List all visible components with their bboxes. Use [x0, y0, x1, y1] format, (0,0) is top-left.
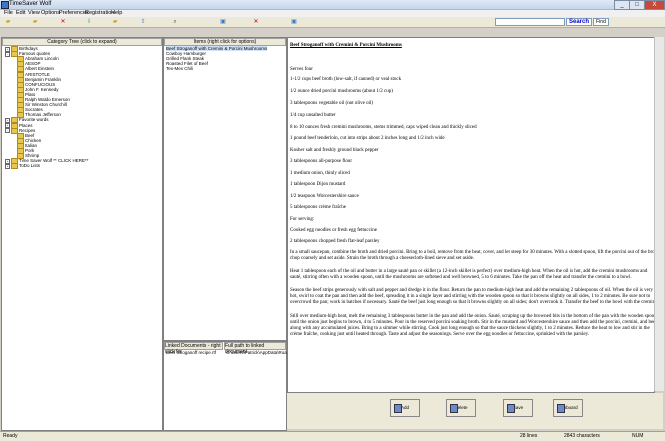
- menu-view[interactable]: View: [28, 10, 40, 16]
- minimize-button[interactable]: _: [614, 0, 630, 10]
- delete-button[interactable]: Delete: [446, 399, 476, 417]
- search-button[interactable]: Search: [566, 18, 592, 26]
- expander-icon[interactable]: -: [5, 51, 10, 57]
- linked-docs-col-name: Linked Documents - right click for: [164, 342, 223, 355]
- close-button[interactable]: X: [644, 0, 665, 10]
- find-icon[interactable]: ⌕: [172, 19, 178, 25]
- menu-file[interactable]: File: [4, 10, 13, 16]
- menu-registration[interactable]: Registration: [85, 10, 114, 16]
- tree-item-label: ToDo Lists: [19, 163, 41, 169]
- recipe-paragraph: In a small saucepan, combine the broth a…: [290, 250, 660, 261]
- document-panel[interactable]: Beef Stroganoff with Cremini & Porcini M…: [287, 37, 660, 393]
- folder-icon: [11, 163, 18, 170]
- linked-documents-panel: Linked Documents - right click for Full …: [163, 341, 297, 431]
- add-button-label: Add: [400, 405, 409, 410]
- recipe-line: 1-1/2 cups beef broth (low-salt, if cann…: [290, 77, 402, 82]
- recipe-line: 3 tablespoons all-purpose flour: [290, 159, 353, 164]
- recipe-line: For serving:: [290, 217, 315, 222]
- category-tree-panel: Category Tree (click to expand) + Birthda…: [1, 37, 163, 431]
- remove-item-icon[interactable]: ✕: [253, 19, 259, 25]
- recipe-line: Cooked egg noodles or fresh egg fettucci…: [290, 228, 377, 233]
- recipe-title: Beef Stroganoff with Cremini & Porcini M…: [290, 43, 402, 48]
- expander-icon[interactable]: -: [5, 128, 10, 134]
- recipe-paragraph: Heat 1 tablespoon each of the oil and bu…: [290, 269, 648, 280]
- recipe-line: Kosher salt and freshly ground black pep…: [290, 148, 379, 153]
- tree-item[interactable]: + ToDo Lists: [5, 163, 41, 170]
- menu-edit[interactable]: Edit: [16, 10, 25, 16]
- delete-icon: [450, 404, 458, 413]
- recipe-line: 5 tablespoons crème fraîche: [290, 205, 346, 210]
- recipe-line: 1/2 ounce dried porcini mushrooms (about…: [290, 89, 393, 94]
- search-input[interactable]: [495, 18, 565, 26]
- recipe-line: 2 tablespoons chopped fresh flat-leaf pa…: [290, 239, 380, 244]
- new-folder-icon[interactable]: ▰: [5, 19, 11, 25]
- recipe-line: 1 tablespoon Dijon mustard: [290, 182, 346, 187]
- items-header: Items (right click for options): [164, 38, 286, 46]
- items-panel: Items (right click for options) Beef Str…: [163, 37, 287, 341]
- app-icon: [1, 1, 9, 9]
- add-button[interactable]: Add: [390, 399, 420, 417]
- clipboard-button[interactable]: Clipboard: [553, 399, 583, 417]
- menu-bar: File Edit View Options Preferences Regis…: [0, 10, 665, 17]
- print-icon[interactable]: ▣: [291, 19, 297, 25]
- list-item[interactable]: Tex-Mex Chili: [166, 66, 193, 71]
- recipe-line: 3 tablespoons vegetable oil (not olive o…: [290, 101, 374, 106]
- recipe-line: 8 to 10 ounces fresh cremini mushrooms, …: [290, 125, 477, 130]
- linked-docs-col-path: Full path to linked document: [224, 342, 286, 355]
- recipe-line: 1 pound beef tenderloin, cut into strips…: [290, 136, 445, 141]
- document-scrollbar[interactable]: [654, 37, 664, 391]
- export-icon[interactable]: ⇧: [140, 19, 146, 25]
- open-folder-icon[interactable]: ▰: [112, 19, 118, 25]
- menu-options[interactable]: Options: [41, 10, 60, 16]
- menu-help[interactable]: Help: [111, 10, 122, 16]
- linked-document-name[interactable]: Beef Stroganoff recipe.rtf: [166, 350, 216, 355]
- add-item-icon[interactable]: ▣: [220, 19, 226, 25]
- clipboard-icon: [557, 404, 565, 413]
- recipe-line: 1/4 cup unsalted butter: [290, 113, 336, 118]
- recipe-line: 1 medium onion, thinly sliced: [290, 171, 350, 176]
- folder-icon[interactable]: ▰: [32, 19, 38, 25]
- title-bar: TimeSaver Wolf _ □ X: [0, 0, 665, 10]
- linked-document-path[interactable]: C:\Users\Patrick\AppData\Roaming: [226, 350, 297, 355]
- delete-icon[interactable]: ✕: [60, 19, 66, 25]
- import-icon[interactable]: ⇩: [86, 19, 92, 25]
- recipe-line: Serves four: [290, 67, 313, 72]
- category-tree-header: Category Tree (click to expand): [2, 38, 162, 46]
- window-title: TimeSaver Wolf: [9, 1, 52, 7]
- action-bar: Add Delete Save Clipboard: [287, 393, 663, 429]
- recipe-line: 1/2 teaspoon Worcestershire sauce: [290, 194, 359, 199]
- find-button[interactable]: Find: [593, 18, 609, 26]
- maximize-button[interactable]: □: [629, 0, 645, 10]
- add-icon: [394, 404, 402, 413]
- recipe-paragraph: Still over medium-high heat, melt the re…: [290, 314, 659, 337]
- expander-icon[interactable]: +: [5, 163, 10, 169]
- recipe-paragraph: Season the beef strips generously with s…: [290, 288, 658, 305]
- save-icon: [507, 404, 515, 413]
- save-button[interactable]: Save: [503, 399, 533, 417]
